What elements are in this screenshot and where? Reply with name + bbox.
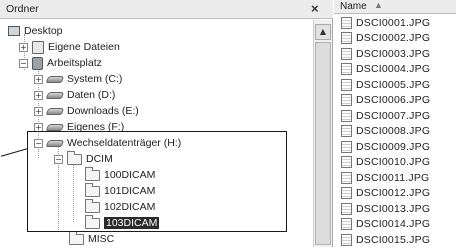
- collapse-icon[interactable]: −: [19, 58, 28, 68]
- jpg-file-icon: [341, 171, 352, 184]
- file-row[interactable]: DSCI0009.JPG: [334, 139, 456, 155]
- jpg-file-icon: [341, 156, 352, 169]
- file-name: DSCI0012.JPG: [356, 187, 431, 200]
- file-name: DSCI0004.JPG: [356, 63, 431, 76]
- jpg-file-icon: [341, 187, 352, 200]
- file-name: DSCI0014.JPG: [356, 218, 431, 231]
- file-row[interactable]: DSCI0005.JPG: [334, 77, 456, 93]
- sort-ascending-icon: ▲: [374, 0, 383, 10]
- tree-item-arbeitsplatz[interactable]: − Arbeitsplatz: [19, 55, 102, 71]
- jpg-file-icon: [341, 63, 352, 76]
- file-row[interactable]: DSCI0007.JPG: [334, 108, 456, 124]
- expand-icon[interactable]: +: [34, 74, 43, 84]
- tree-scrollbar[interactable]: ▲: [313, 20, 332, 247]
- file-list: DSCI0001.JPG DSCI0002.JPG DSCI0003.JPG D…: [334, 15, 456, 248]
- tree-item-label: Downloads (E:): [67, 105, 139, 117]
- jpg-file-icon: [341, 218, 352, 231]
- file-name: DSCI0010.JPG: [356, 156, 431, 169]
- file-name: DSCI0006.JPG: [356, 94, 431, 107]
- file-name: DSCI0005.JPG: [356, 78, 431, 91]
- file-pane: Name ▲ DSCI0001.JPG DSCI0002.JPG DSCI000…: [334, 0, 456, 247]
- file-row[interactable]: DSCI0014.JPG: [334, 217, 456, 233]
- expand-icon[interactable]: +: [19, 42, 28, 52]
- file-row[interactable]: DSCI0013.JPG: [334, 201, 456, 217]
- jpg-file-icon: [341, 109, 352, 122]
- file-row[interactable]: DSCI0010.JPG: [334, 155, 456, 171]
- name-column-label: Name: [340, 1, 367, 12]
- folder-pane-title: Ordner: [6, 3, 39, 15]
- folder-pane: Ordner × Desktop + Eigene Dateien − Arbe…: [0, 0, 333, 247]
- tree-item-daten-d[interactable]: + Daten (D:): [34, 87, 115, 103]
- close-icon[interactable]: ×: [311, 1, 319, 17]
- drive-icon: [45, 107, 65, 115]
- jpg-file-icon: [341, 202, 352, 215]
- folder-icon: [69, 230, 84, 245]
- file-row[interactable]: DSCI0008.JPG: [334, 124, 456, 140]
- expand-icon[interactable]: +: [34, 106, 43, 116]
- file-row[interactable]: DSCI0003.JPG: [334, 46, 456, 62]
- folder-pane-header: Ordner ×: [0, 0, 333, 19]
- tree-item-misc[interactable]: MISC: [69, 230, 115, 247]
- tree-item-label: Daten (D:): [67, 89, 116, 101]
- tree-item-label: Desktop: [24, 25, 63, 37]
- tree-item-label: System (C:): [67, 73, 123, 85]
- drive-icon: [45, 91, 65, 99]
- jpg-file-icon: [341, 94, 352, 107]
- file-name: DSCI0007.JPG: [356, 109, 431, 122]
- file-row[interactable]: DSCI0015.JPG: [334, 232, 456, 248]
- jpg-file-icon: [341, 47, 352, 60]
- jpg-file-icon: [341, 233, 352, 246]
- name-column-header[interactable]: Name ▲: [334, 0, 456, 14]
- documents-icon: [32, 40, 44, 54]
- file-row[interactable]: DSCI0002.JPG: [334, 31, 456, 47]
- scroll-thumb[interactable]: [315, 42, 331, 245]
- highlight-box: [27, 131, 287, 232]
- file-name: DSCI0002.JPG: [356, 32, 431, 45]
- file-name: DSCI0001.JPG: [356, 16, 431, 29]
- jpg-file-icon: [341, 125, 352, 138]
- file-row[interactable]: DSCI0012.JPG: [334, 186, 456, 202]
- jpg-file-icon: [341, 32, 352, 45]
- file-name: DSCI0008.JPG: [356, 125, 431, 138]
- jpg-file-icon: [341, 16, 352, 29]
- file-row[interactable]: DSCI0011.JPG: [334, 170, 456, 186]
- desktop-icon: [8, 26, 20, 36]
- file-name: DSCI0009.JPG: [356, 140, 431, 153]
- file-name: DSCI0013.JPG: [356, 202, 431, 215]
- expand-icon[interactable]: +: [34, 90, 43, 100]
- file-row[interactable]: DSCI0006.JPG: [334, 93, 456, 109]
- file-row[interactable]: DSCI0001.JPG: [334, 15, 456, 31]
- computer-icon: [32, 56, 43, 70]
- tree-item-desktop[interactable]: Desktop: [8, 23, 63, 39]
- file-name: DSCI0003.JPG: [356, 47, 431, 60]
- tree-item-eigene-dateien[interactable]: + Eigene Dateien: [19, 39, 120, 55]
- tree-item-downloads-e[interactable]: + Downloads (E:): [34, 103, 139, 119]
- jpg-file-icon: [341, 78, 352, 91]
- tree-item-system-c[interactable]: + System (C:): [34, 71, 122, 87]
- file-name: DSCI0015.JPG: [356, 233, 431, 246]
- drive-icon: [45, 75, 65, 83]
- tree-item-label: Arbeitsplatz: [47, 57, 102, 69]
- scroll-up-arrow-icon[interactable]: ▲: [315, 24, 331, 40]
- file-name: DSCI0011.JPG: [356, 171, 430, 184]
- tree-item-label: Eigene Dateien: [48, 41, 120, 53]
- tree-item-label: MISC: [88, 233, 115, 245]
- file-row[interactable]: DSCI0004.JPG: [334, 62, 456, 78]
- jpg-file-icon: [341, 140, 352, 153]
- drive-icon: [45, 123, 65, 131]
